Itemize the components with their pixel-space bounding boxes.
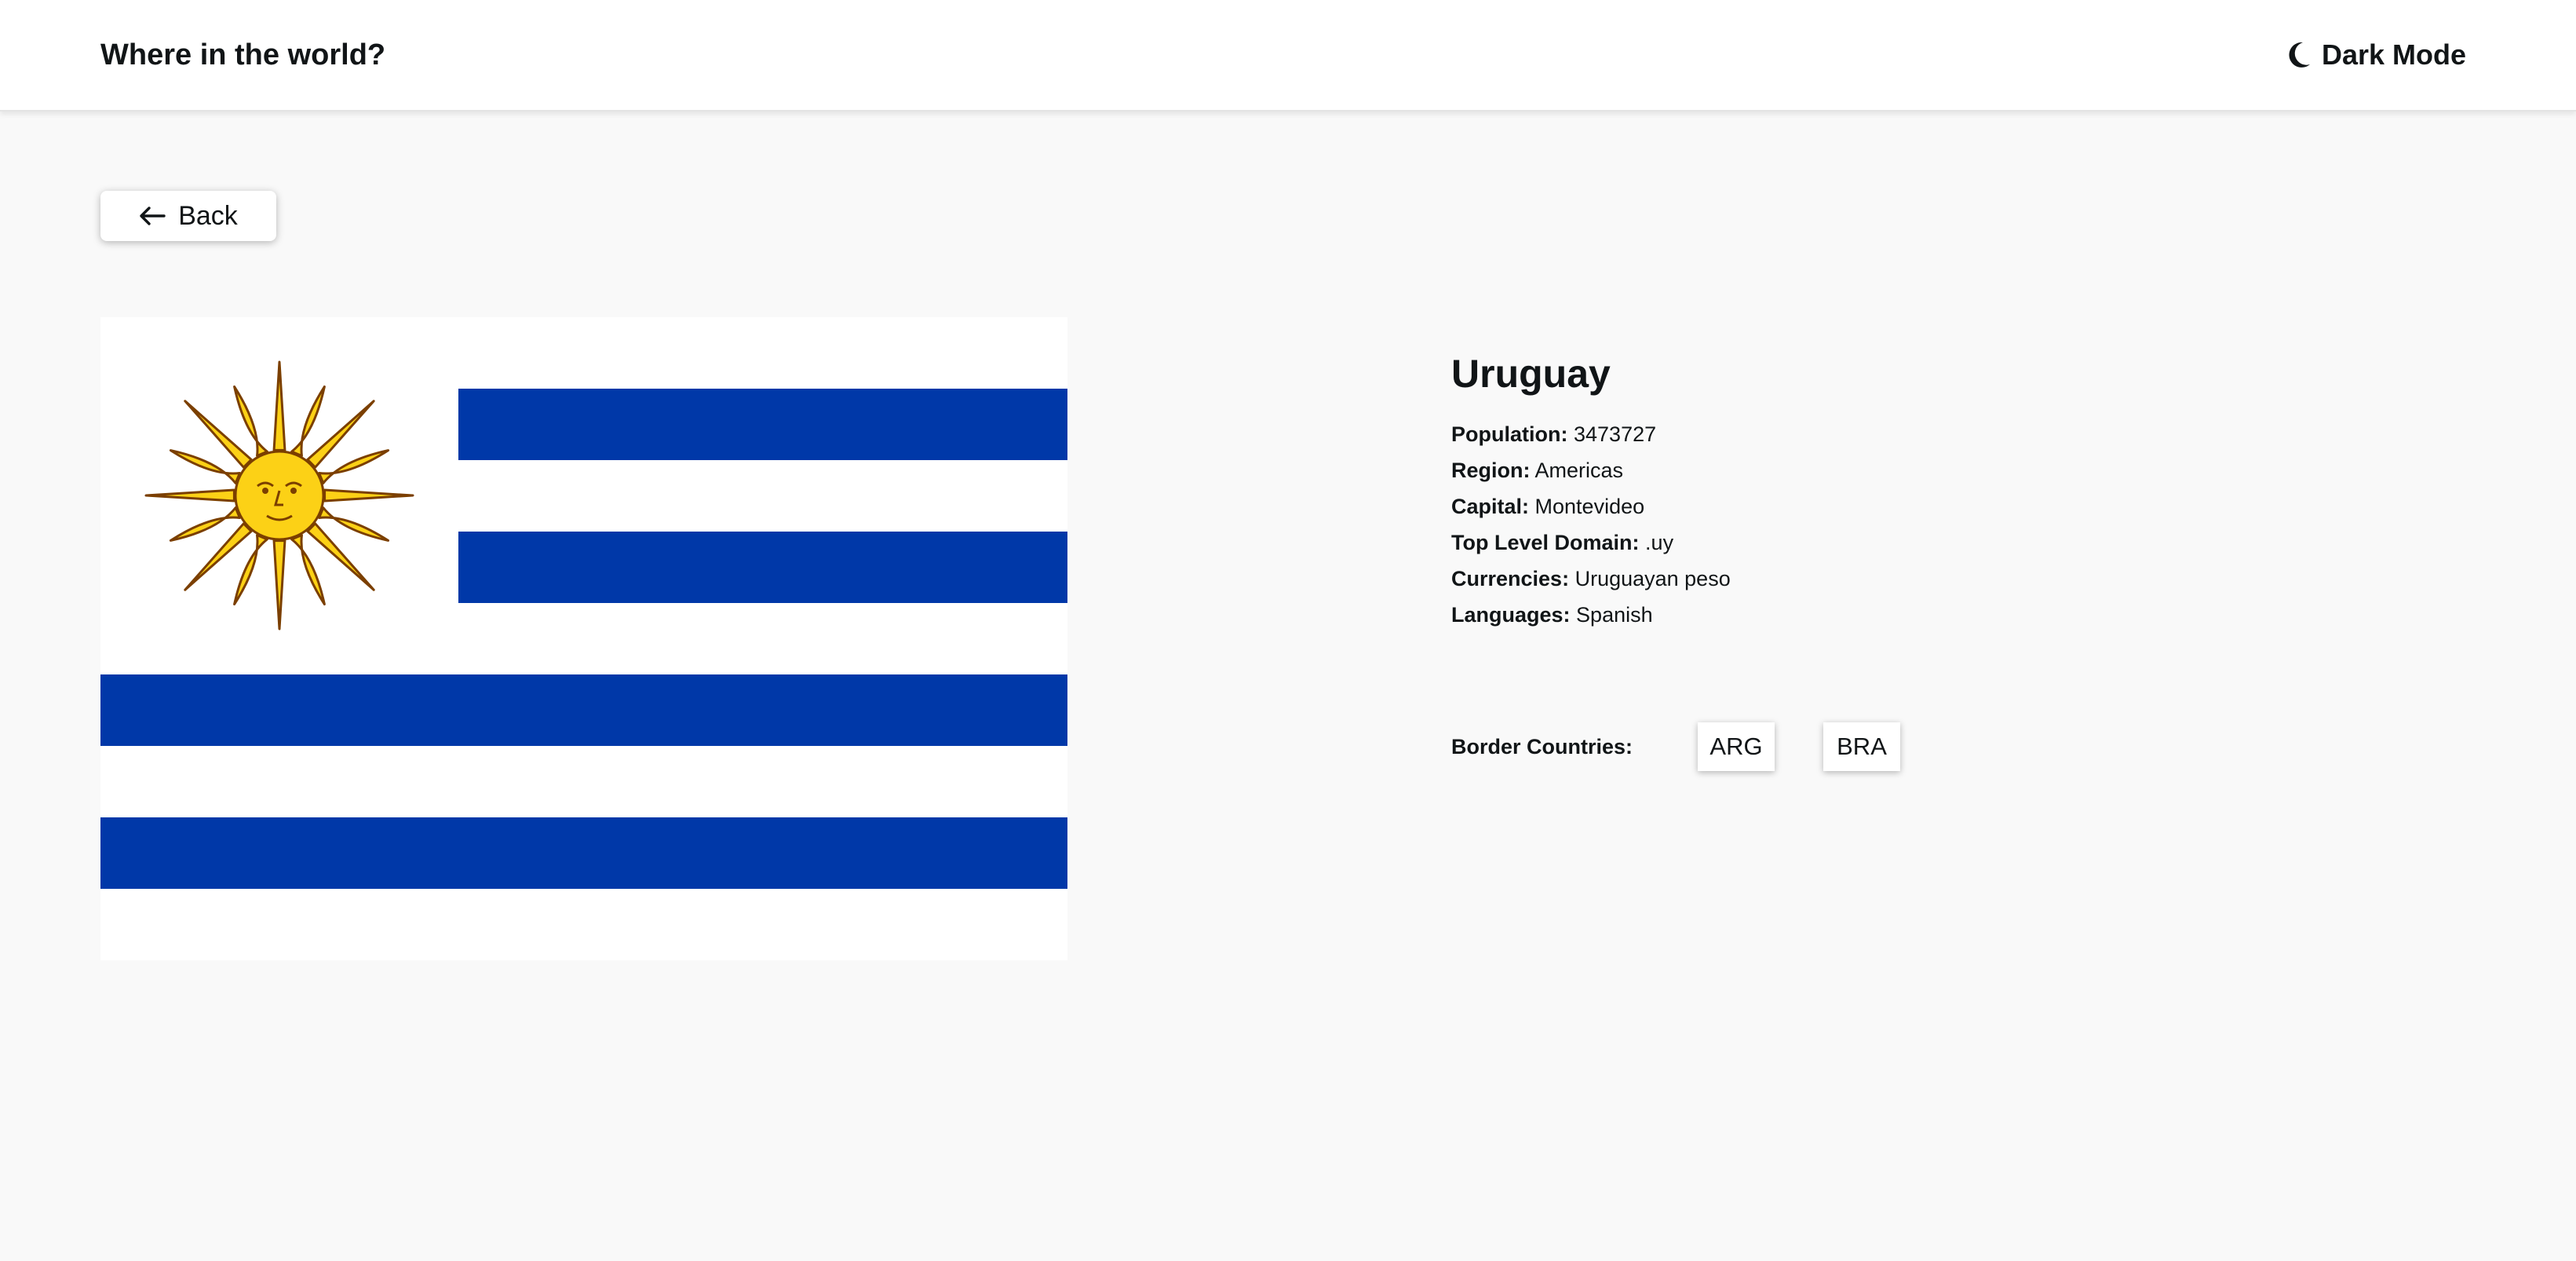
flag-stripe <box>100 817 1067 889</box>
moon-icon <box>2287 42 2311 68</box>
flag-stripe <box>458 389 1067 460</box>
border-country-button[interactable]: ARG <box>1698 722 1775 771</box>
arrow-left-icon <box>139 206 166 226</box>
back-button[interactable]: Back <box>100 191 276 241</box>
country-name: Uruguay <box>1451 352 1611 396</box>
country-flag-image <box>100 317 1067 960</box>
top-bar: Where in the world? Dark Mode <box>0 0 2576 111</box>
border-country-button[interactable]: BRA <box>1823 722 1900 771</box>
flag-stripe <box>458 532 1067 603</box>
flag-stripe <box>100 674 1067 746</box>
country-details: Uruguay Population: 3473727 Region: Amer… <box>1451 345 2393 633</box>
sun-of-may-emblem <box>144 360 414 630</box>
dark-mode-toggle[interactable]: Dark Mode <box>2287 33 2466 77</box>
info-row-languages: Languages: Spanish <box>1451 603 1653 627</box>
back-button-label: Back <box>178 200 238 231</box>
info-row-population: Population: 3473727 <box>1451 422 1657 446</box>
info-row-capital: Capital: Montevideo <box>1451 495 1645 518</box>
info-row-region: Region: Americas <box>1451 459 1624 482</box>
info-row-currencies: Currencies: Uruguayan peso <box>1451 567 1731 590</box>
sun-face <box>234 450 325 541</box>
border-countries: Border Countries: ARG BRA <box>1451 721 1949 773</box>
app-title: Where in the world? <box>100 38 386 71</box>
border-countries-label: Border Countries: <box>1451 734 1633 758</box>
dark-mode-label: Dark Mode <box>2321 38 2466 71</box>
info-row-top-level-domain: Top Level Domain: .uy <box>1451 531 1674 554</box>
